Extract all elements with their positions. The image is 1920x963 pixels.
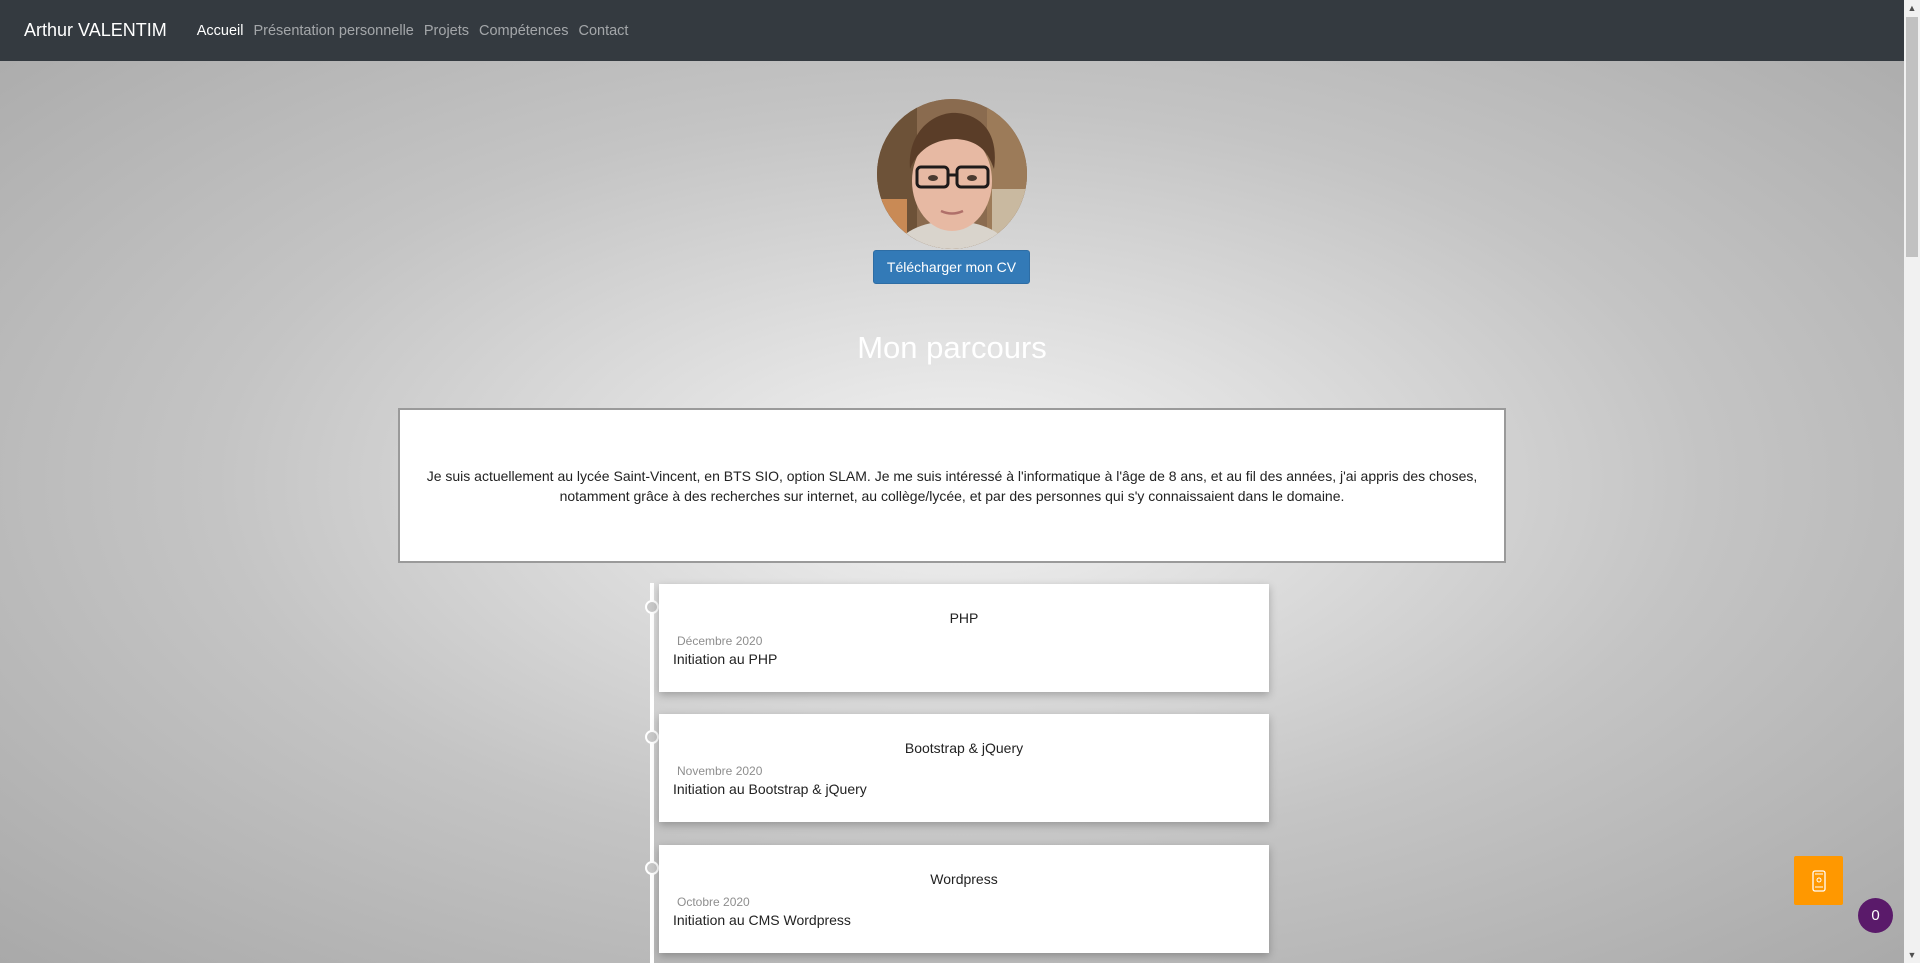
timeline-line (650, 583, 654, 963)
page-scrollbar[interactable]: ▲ ▼ (1904, 0, 1920, 963)
timeline-card-title: Wordpress (930, 871, 998, 887)
counter-badge[interactable]: 0 (1858, 898, 1893, 933)
timeline-card-date: Décembre 2020 (677, 634, 763, 648)
timeline-card-date: Novembre 2020 (677, 764, 763, 778)
timeline-card-php: PHP Décembre 2020 Initiation au PHP (659, 584, 1269, 692)
section-title: Mon parcours (857, 330, 1047, 365)
brand-link[interactable]: Arthur VALENTIM (24, 20, 167, 41)
scroll-thumb[interactable] (1906, 17, 1918, 257)
nav-link-accueil[interactable]: Accueil (197, 23, 244, 39)
timeline-card-description: Initiation au PHP (673, 651, 778, 667)
nav-link-projets[interactable]: Projets (424, 23, 469, 39)
intro-box: Je suis actuellement au lycée Saint-Vinc… (398, 408, 1506, 563)
timeline-card-description: Initiation au Bootstrap & jQuery (673, 781, 867, 797)
profile-photo (877, 99, 1027, 249)
timeline-card-date: Octobre 2020 (677, 895, 750, 909)
nav-link-competences[interactable]: Compétences (479, 23, 568, 39)
scroll-down-icon[interactable]: ▼ (1904, 947, 1920, 963)
phone-icon (1811, 869, 1826, 892)
floating-contact-button[interactable] (1794, 856, 1843, 905)
timeline-dot (645, 861, 659, 875)
nav-link-contact[interactable]: Contact (578, 23, 628, 39)
navbar: Arthur VALENTIM Accueil Présentation per… (0, 0, 1904, 61)
timeline-dot (645, 730, 659, 744)
download-cv-button[interactable]: Télécharger mon CV (873, 250, 1030, 284)
timeline-dot (645, 600, 659, 614)
intro-text: Je suis actuellement au lycée Saint-Vinc… (426, 467, 1478, 504)
timeline-card-bootstrap: Bootstrap & jQuery Novembre 2020 Initiat… (659, 714, 1269, 822)
profile-avatar (877, 99, 1027, 249)
timeline-card-title: PHP (949, 610, 979, 626)
timeline-card-wordpress: Wordpress Octobre 2020 Initiation au CMS… (659, 845, 1269, 953)
nav-link-presentation[interactable]: Présentation personnelle (253, 23, 413, 39)
scroll-up-icon[interactable]: ▲ (1904, 0, 1920, 16)
timeline-card-title: Bootstrap & jQuery (904, 740, 1024, 756)
timeline-card-description: Initiation au CMS Wordpress (673, 912, 851, 928)
nav-links: Accueil Présentation personnelle Projets… (197, 23, 639, 39)
